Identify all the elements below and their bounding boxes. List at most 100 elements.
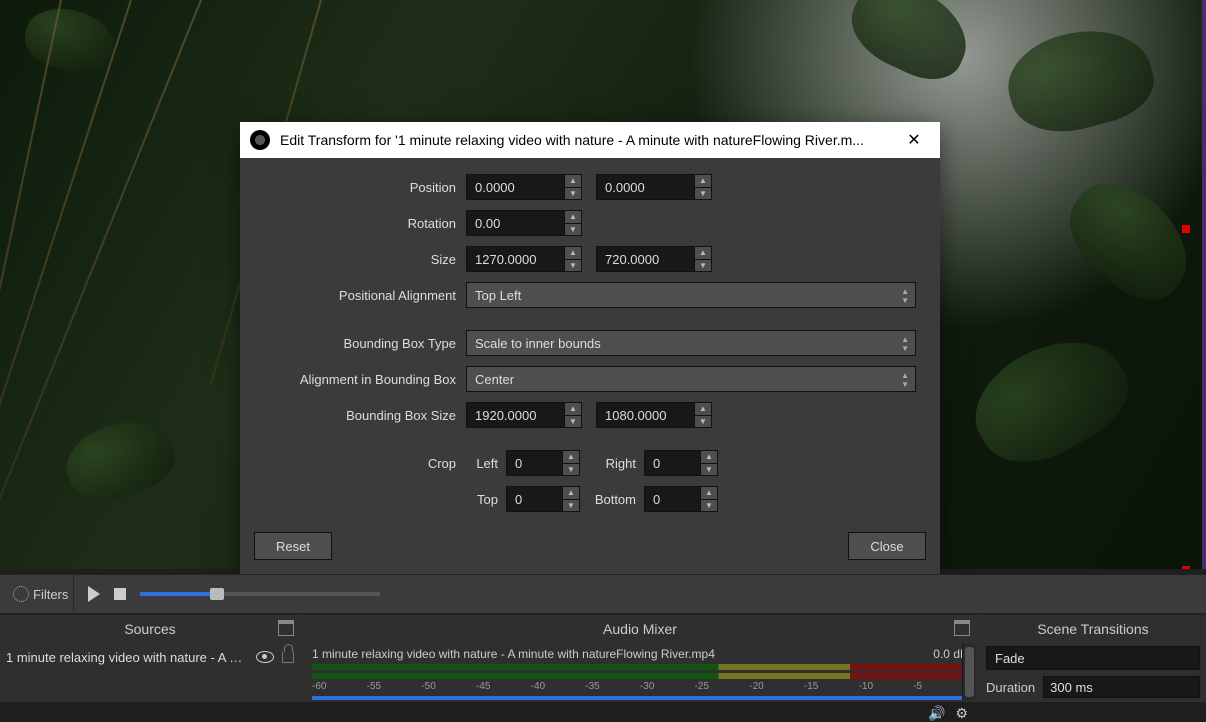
position-y-input[interactable]	[596, 174, 694, 200]
chevron-up-icon[interactable]: ▲	[695, 403, 711, 416]
position-x-stepper[interactable]: ▲▼	[466, 174, 582, 200]
popout-icon[interactable]	[954, 620, 970, 636]
chevron-up-icon[interactable]: ▲	[565, 175, 581, 188]
close-icon[interactable]: ✕	[894, 125, 934, 155]
preview-controls: Filters	[0, 574, 1206, 614]
chevron-up-icon[interactable]: ▲	[695, 175, 711, 188]
transition-select[interactable]: Fade	[986, 646, 1200, 670]
size-h-stepper[interactable]: ▲▼	[596, 246, 712, 272]
reset-button[interactable]: Reset	[254, 532, 332, 560]
dialog-title: Edit Transform for '1 minute relaxing vi…	[280, 132, 884, 148]
size-w-stepper[interactable]: ▲▼	[466, 246, 582, 272]
rotation-input[interactable]	[466, 210, 564, 236]
chevron-down-icon[interactable]: ▼	[701, 500, 717, 512]
chevron-down-icon[interactable]: ▼	[565, 416, 581, 428]
label-position: Position	[254, 180, 466, 195]
bb-h-stepper[interactable]: ▲▼	[596, 402, 712, 428]
timeline-slider[interactable]	[140, 592, 380, 596]
chevron-up-icon[interactable]: ▲	[695, 247, 711, 260]
crop-bottom-stepper[interactable]: ▲▼	[644, 486, 718, 512]
crop-right-input[interactable]	[644, 450, 700, 476]
filters-button[interactable]: Filters	[8, 575, 74, 613]
db-tick: -30	[640, 681, 654, 692]
chevron-down-icon[interactable]: ▼	[565, 224, 581, 236]
db-scale: -60 -55 -50 -45 -40 -35 -30 -25 -20 -15 …	[312, 681, 968, 692]
foliage	[956, 316, 1143, 484]
rotation-stepper[interactable]: ▲▼	[466, 210, 582, 236]
label-crop-bottom: Bottom	[594, 492, 644, 507]
timeline-thumb[interactable]	[210, 588, 224, 600]
label-bb-size: Bounding Box Size	[254, 408, 466, 423]
chevron-down-icon[interactable]: ▼	[695, 416, 711, 428]
crop-left-stepper[interactable]: ▲▼	[506, 450, 580, 476]
dialog-titlebar[interactable]: Edit Transform for '1 minute relaxing vi…	[240, 122, 940, 158]
positional-alignment-select[interactable]: Top Left ▲▼	[466, 282, 916, 308]
crop-top-input[interactable]	[506, 486, 562, 512]
alignment-in-bb-value: Center	[475, 372, 514, 387]
close-button[interactable]: Close	[848, 532, 926, 560]
volume-slider[interactable]	[312, 696, 968, 700]
chevron-up-icon[interactable]: ▲	[565, 403, 581, 416]
label-positional-alignment: Positional Alignment	[254, 288, 466, 303]
lock-icon[interactable]	[282, 651, 294, 663]
chevron-up-icon[interactable]: ▲	[565, 211, 581, 224]
edit-transform-dialog: Edit Transform for '1 minute relaxing vi…	[240, 122, 940, 574]
db-tick: -45	[476, 681, 490, 692]
selection-handle[interactable]	[1182, 225, 1190, 233]
updown-icon: ▲▼	[901, 371, 909, 389]
chevron-up-icon[interactable]: ▲	[565, 247, 581, 260]
selection-handle[interactable]	[1182, 566, 1190, 569]
sources-panel: Sources 1 minute relaxing video with nat…	[0, 614, 300, 702]
sources-header: Sources	[0, 615, 300, 643]
speaker-icon[interactable]: 🔊	[928, 705, 945, 722]
chevron-down-icon[interactable]: ▼	[695, 188, 711, 200]
mixer-track-name: 1 minute relaxing video with nature - A …	[312, 647, 715, 661]
scrollbar[interactable]	[962, 643, 976, 700]
chevron-down-icon[interactable]: ▼	[565, 260, 581, 272]
chevron-up-icon[interactable]: ▲	[563, 487, 579, 500]
crop-top-stepper[interactable]: ▲▼	[506, 486, 580, 512]
duration-input[interactable]: 300 ms	[1043, 676, 1200, 698]
chevron-down-icon[interactable]: ▼	[701, 464, 717, 476]
chevron-up-icon[interactable]: ▲	[701, 451, 717, 464]
crop-bottom-input[interactable]	[644, 486, 700, 512]
crop-left-input[interactable]	[506, 450, 562, 476]
chevron-down-icon[interactable]: ▼	[695, 260, 711, 272]
label-crop-top: Top	[466, 492, 506, 507]
db-tick: -15	[804, 681, 818, 692]
stop-button[interactable]	[114, 588, 126, 600]
foliage	[0, 0, 62, 548]
chevron-up-icon[interactable]: ▲	[563, 451, 579, 464]
foliage	[57, 408, 183, 513]
chevron-down-icon[interactable]: ▼	[563, 464, 579, 476]
bb-w-input[interactable]	[466, 402, 564, 428]
bb-w-stepper[interactable]: ▲▼	[466, 402, 582, 428]
position-x-input[interactable]	[466, 174, 564, 200]
size-w-input[interactable]	[466, 246, 564, 272]
gear-icon[interactable]: ⚙	[955, 705, 968, 722]
chevron-down-icon[interactable]: ▼	[565, 188, 581, 200]
foliage	[20, 3, 119, 78]
position-y-stepper[interactable]: ▲▼	[596, 174, 712, 200]
db-tick: -60	[312, 681, 326, 692]
scene-transitions-panel: Scene Transitions Fade Duration 300 ms	[980, 614, 1206, 702]
eye-icon[interactable]	[256, 651, 274, 663]
chevron-up-icon[interactable]: ▲	[701, 487, 717, 500]
transition-value: Fade	[995, 651, 1025, 666]
source-item[interactable]: 1 minute relaxing video with nature - A …	[0, 643, 300, 671]
chevron-down-icon[interactable]: ▼	[563, 500, 579, 512]
crop-right-stepper[interactable]: ▲▼	[644, 450, 718, 476]
size-h-input[interactable]	[596, 246, 694, 272]
label-rotation: Rotation	[254, 216, 466, 231]
play-button[interactable]	[88, 586, 100, 602]
alignment-in-bb-select[interactable]: Center ▲▼	[466, 366, 916, 392]
bb-h-input[interactable]	[596, 402, 694, 428]
mixer-body: 1 minute relaxing video with nature - A …	[304, 643, 976, 700]
transitions-header: Scene Transitions	[980, 615, 1206, 642]
db-tick: -35	[585, 681, 599, 692]
scrollbar-thumb[interactable]	[965, 647, 974, 697]
bb-type-select[interactable]: Scale to inner bounds ▲▼	[466, 330, 916, 356]
timeline-progress	[140, 592, 212, 596]
popout-icon[interactable]	[278, 620, 294, 636]
db-tick: -40	[531, 681, 545, 692]
